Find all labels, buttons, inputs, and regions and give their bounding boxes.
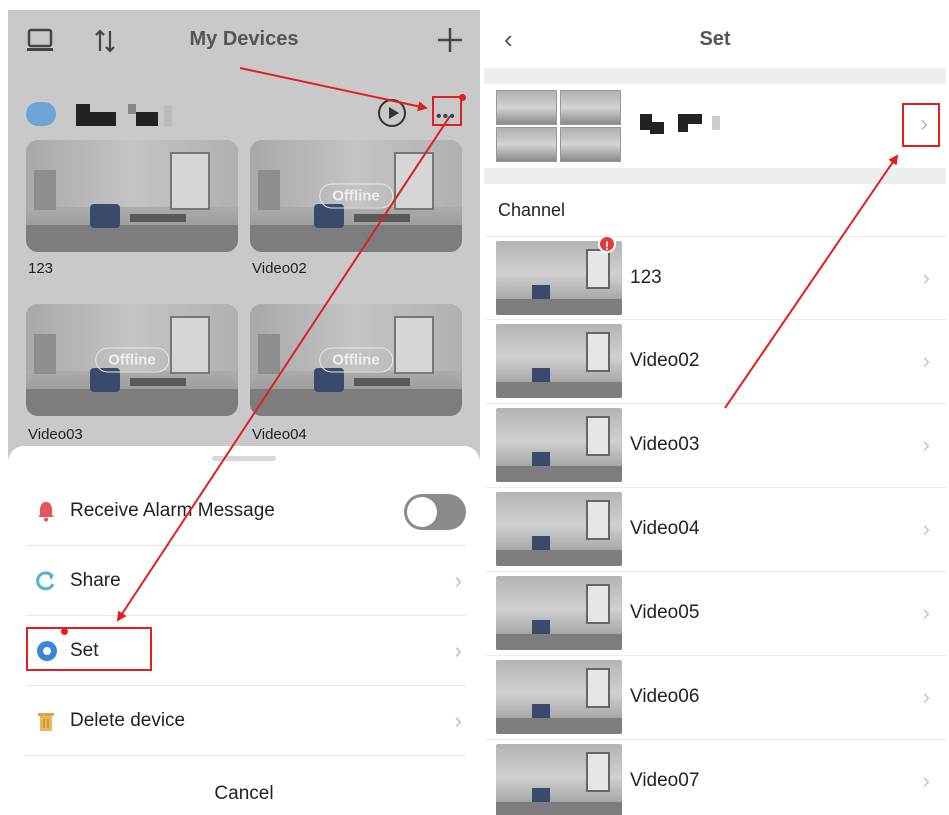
channel-thumbnail (496, 324, 622, 398)
cancel-button[interactable]: Cancel (8, 783, 480, 805)
camera-label: Video02 (252, 260, 307, 277)
channel-row[interactable]: Video04 › (484, 488, 946, 572)
chevron-right-icon: › (922, 684, 930, 709)
camera-thumbnail[interactable]: Offline (250, 304, 462, 416)
annotation-dot (61, 628, 68, 635)
chevron-right-icon: › (454, 568, 462, 593)
chevron-right-icon: › (922, 768, 930, 793)
redacted-device-name (76, 104, 90, 126)
channel-name: 123 (630, 267, 662, 288)
channel-row[interactable]: ! 123 › (484, 235, 946, 320)
highlight-set-row (26, 627, 152, 671)
channel-row[interactable]: Video06 › (484, 656, 946, 740)
channel-name: Video03 (630, 434, 700, 455)
offline-badge: Offline (319, 347, 393, 373)
channel-name: Video05 (630, 602, 700, 623)
sheet-grab-handle[interactable] (212, 456, 276, 461)
delete-device-row[interactable]: Delete device › (26, 686, 466, 756)
channel-row[interactable]: Video03 › (484, 404, 946, 488)
camera-thumbnail[interactable]: Offline (250, 140, 462, 252)
set-header: ‹ Set (484, 10, 946, 68)
page-title: Set (699, 28, 731, 50)
channel-name: Video02 (630, 350, 700, 371)
plus-icon[interactable] (436, 26, 464, 54)
share-row[interactable]: Share › (26, 546, 466, 616)
my-devices-header: My Devices (8, 10, 480, 70)
channel-thumbnail (496, 408, 622, 482)
camera-label: 123 (28, 260, 54, 277)
my-devices-screen: My Devices ••• Offline 123 Video02 Offli… (8, 10, 480, 815)
share-label: Share (70, 570, 121, 591)
camera-label: Video04 (252, 426, 307, 443)
set-screen: ‹ Set › Channel ! 123 › Video02 › Video0… (484, 10, 946, 815)
channel-name: Video06 (630, 686, 700, 707)
alert-badge: ! (598, 235, 616, 253)
delete-device-label: Delete device (70, 710, 186, 731)
annotation-dot (459, 94, 466, 101)
device-info-row[interactable]: › (484, 84, 946, 168)
chevron-right-icon: › (454, 638, 462, 663)
device-type-icon (26, 102, 56, 126)
channel-row[interactable]: Video05 › (484, 572, 946, 656)
trash-icon (38, 713, 54, 731)
page-title: My Devices (189, 28, 299, 50)
camera-thumbnail[interactable]: Offline (26, 304, 238, 416)
highlight-device-chevron (902, 103, 940, 147)
channel-section-title: Channel (498, 200, 566, 220)
chevron-right-icon: › (454, 708, 462, 733)
camera-label: Video03 (28, 426, 83, 443)
channel-row[interactable]: Video02 › (484, 320, 946, 404)
channel-thumbnail (496, 660, 622, 734)
receive-alarm-row: Receive Alarm Message (26, 476, 466, 546)
camera-thumbnail[interactable] (26, 140, 238, 252)
share-icon (36, 571, 55, 591)
chevron-right-icon: › (922, 600, 930, 625)
channel-thumbnail (496, 576, 622, 650)
device-preview-grid (496, 90, 622, 162)
chevron-right-icon: › (922, 516, 930, 541)
divider (484, 68, 946, 84)
chevron-right-icon: › (922, 265, 930, 290)
receive-alarm-toggle[interactable] (404, 494, 466, 530)
chevron-right-icon: › (922, 432, 930, 457)
offline-badge: Offline (319, 183, 393, 209)
channel-row[interactable]: Video07 › (484, 740, 946, 815)
offline-badge: Offline (95, 347, 169, 373)
chevron-right-icon: › (922, 348, 930, 373)
channel-name: Video04 (630, 518, 700, 539)
playback-icon[interactable] (378, 99, 406, 127)
highlight-more-options (432, 96, 462, 126)
receive-alarm-label: Receive Alarm Message (70, 500, 275, 521)
device-row: ••• (8, 90, 480, 136)
channel-thumbnail (496, 492, 622, 566)
channel-thumbnail (496, 744, 622, 815)
bell-icon (38, 502, 54, 522)
divider (484, 168, 946, 184)
channel-name: Video07 (630, 770, 700, 791)
